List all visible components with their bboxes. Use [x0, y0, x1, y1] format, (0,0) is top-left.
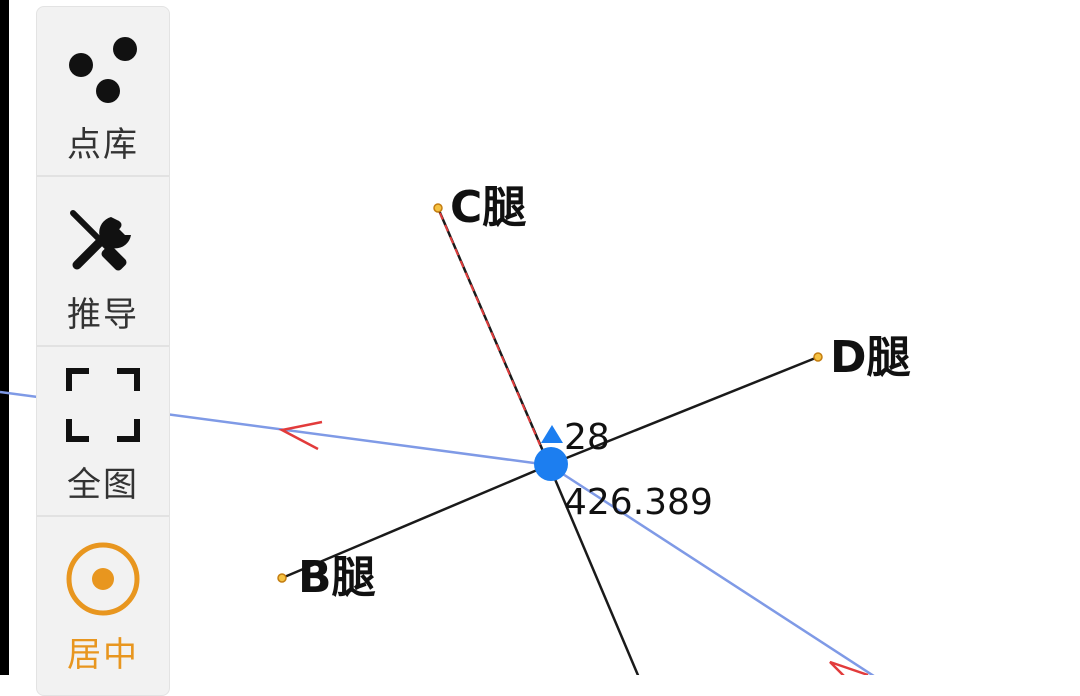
leg-d-endpoint[interactable] — [813, 352, 823, 362]
leg-b-endpoint[interactable] — [277, 573, 287, 583]
point-library-label: 点库 — [67, 125, 139, 165]
leg-d-label: D腿 — [830, 332, 911, 383]
station-distance-readout: 426.389 — [564, 482, 713, 523]
derive-label: 推导 — [67, 295, 139, 335]
leg-c-endpoint[interactable] — [433, 203, 443, 213]
leg-c-label: C腿 — [450, 182, 526, 233]
station-direction-marker — [541, 425, 563, 443]
derive-button[interactable]: 推导 — [37, 177, 169, 345]
full-view-button[interactable]: 全图 — [37, 347, 169, 515]
center-label: 居中 — [67, 635, 139, 675]
point-library-icon — [69, 37, 137, 103]
fullscreen-icon — [66, 368, 140, 442]
leg-b-label: B腿 — [298, 552, 376, 603]
station-point[interactable] — [534, 447, 568, 481]
station-angle-readout: 28 — [564, 417, 610, 458]
ray-arrow-left — [278, 420, 323, 451]
center-target-icon — [66, 542, 140, 616]
point-library-button[interactable]: 点库 — [37, 7, 169, 175]
center-button[interactable]: 居中 — [37, 517, 169, 685]
full-view-label: 全图 — [67, 465, 139, 505]
tools-icon — [70, 210, 131, 271]
side-toolbar: 点库 推导 全图 居中 — [36, 6, 170, 696]
